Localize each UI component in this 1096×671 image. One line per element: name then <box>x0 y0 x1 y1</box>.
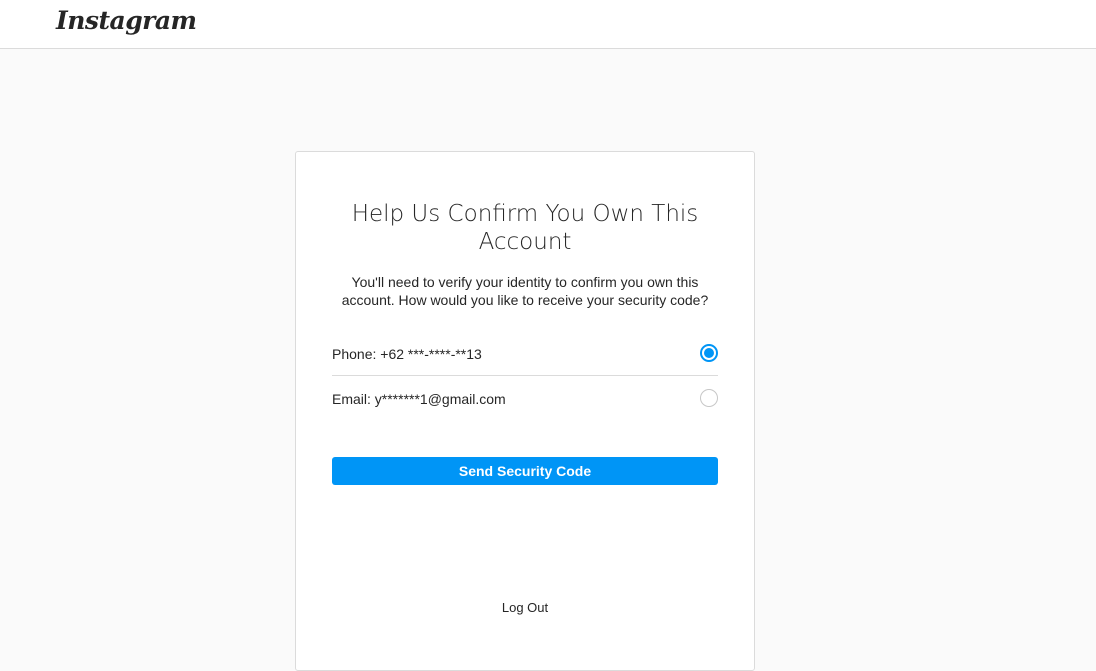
instagram-logo[interactable]: Instagram <box>56 6 197 35</box>
phone-option[interactable]: Phone: +62 ***-****-**13 <box>332 332 718 376</box>
description-text: You'll need to verify your identity to c… <box>341 274 709 308</box>
log-out-link[interactable]: Log Out <box>296 600 754 615</box>
phone-option-label: Phone: +62 ***-****-**13 <box>332 346 482 362</box>
page-title: Help Us Confirm You Own This Account <box>351 201 699 255</box>
top-nav-bar: Instagram <box>0 0 1096 49</box>
phone-radio-button[interactable] <box>700 344 718 362</box>
email-option-label: Email: y*******1@gmail.com <box>332 391 506 407</box>
radio-selected-dot <box>704 348 714 358</box>
confirm-identity-card: Help Us Confirm You Own This Account You… <box>295 151 755 671</box>
email-radio-button[interactable] <box>700 389 718 407</box>
send-security-code-button[interactable]: Send Security Code <box>332 457 718 485</box>
email-option[interactable]: Email: y*******1@gmail.com <box>332 377 718 421</box>
